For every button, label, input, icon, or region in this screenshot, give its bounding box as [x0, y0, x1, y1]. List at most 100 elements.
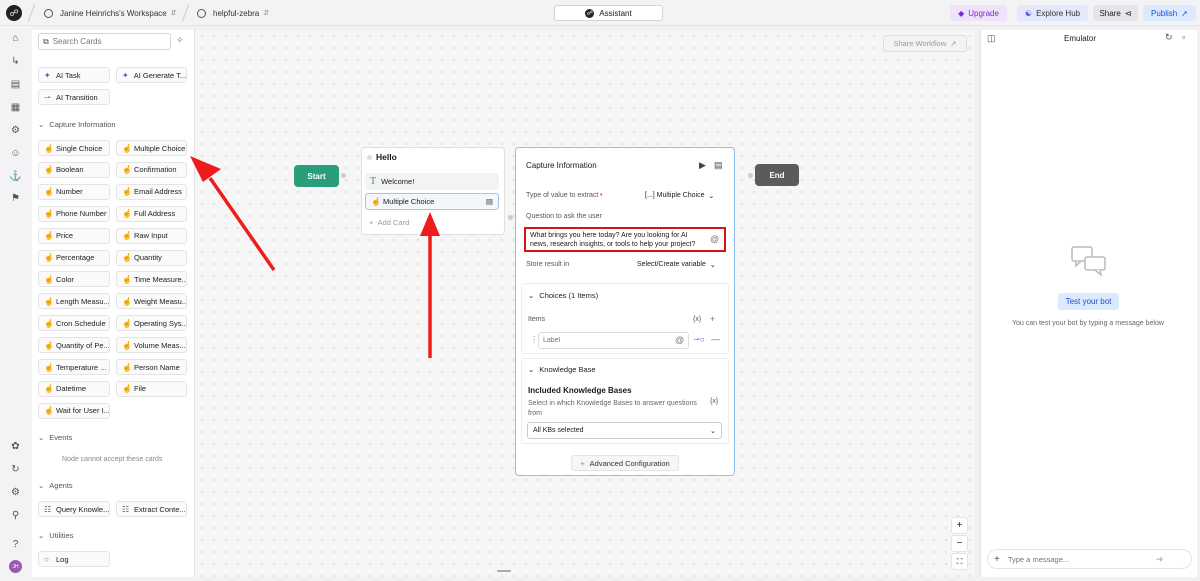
card-capture-item[interactable]: ☝ Operating Sys...: [116, 315, 187, 332]
card-capture-item[interactable]: ☝ Person Name: [116, 359, 187, 375]
variable-icon[interactable]: {x}: [710, 398, 718, 405]
card-capture-item[interactable]: ☝ Quantity of Pe...: [38, 337, 110, 354]
table-icon[interactable]: ▦: [9, 101, 22, 114]
choices-toggle[interactable]: ⌄ Choices (1 Items): [528, 291, 598, 300]
home-icon[interactable]: ⌂: [9, 32, 22, 45]
upgrade-button[interactable]: ◆ Upgrade: [950, 5, 1007, 21]
card-capture-item[interactable]: ☝ Cron Schedule: [38, 315, 110, 332]
at-icon[interactable]: @: [675, 335, 684, 345]
card-capture-item[interactable]: ☝ File: [116, 380, 187, 397]
card-ai-transition[interactable]: ⇀ AI Transition: [38, 89, 110, 105]
node-item-text[interactable]: T Welcome!: [365, 173, 499, 190]
label-input[interactable]: [543, 337, 663, 344]
card-capture-item[interactable]: ☝ Phone Number: [38, 205, 110, 222]
card-capture-item[interactable]: ☝ Length Measu...: [38, 293, 110, 310]
add-attachment-icon[interactable]: +: [994, 554, 1000, 565]
test-bot-button[interactable]: Test your bot: [1058, 293, 1119, 310]
publish-button[interactable]: Publish ➚: [1143, 5, 1196, 21]
doc-icon[interactable]: ▤: [714, 160, 723, 171]
settings-icon[interactable]: ⚙: [9, 124, 22, 137]
node-item-multiple-choice[interactable]: ☝ Multiple Choice ▤: [365, 193, 499, 210]
add-item-icon[interactable]: +: [710, 314, 715, 324]
card-capture-item[interactable]: ☝ Volume Meas...: [116, 337, 187, 354]
share-workflow-button[interactable]: Share Workflow ↗: [883, 35, 967, 52]
anchor-icon[interactable]: ⚓: [9, 170, 22, 183]
card-capture-item[interactable]: ☝ Single Choice: [38, 140, 110, 156]
assistant-button[interactable]: ☍ Assistant: [554, 5, 663, 21]
help-icon[interactable]: ?: [9, 538, 22, 551]
section-utilities[interactable]: ⌄ Utilities: [38, 531, 73, 540]
search-box[interactable]: ⧉: [38, 33, 171, 50]
port-dot[interactable]: [508, 215, 513, 220]
explore-hub-button[interactable]: ☯ Explore Hub: [1017, 5, 1088, 21]
variable-icon[interactable]: {x}: [693, 316, 701, 323]
at-icon[interactable]: @: [710, 234, 719, 244]
card-capture-item[interactable]: ☝ Wait for User I...: [38, 402, 110, 419]
transition-icon[interactable]: ⇀○: [693, 335, 705, 344]
resize-handle[interactable]: [497, 570, 511, 572]
store-select[interactable]: Select/Create variable ⌄: [637, 261, 716, 269]
port-dot[interactable]: [341, 173, 346, 178]
section-events[interactable]: ⌄ Events: [38, 433, 72, 442]
card-ai-task[interactable]: ✦ AI Task: [38, 67, 110, 83]
workspace-breadcrumb[interactable]: Janine Heinrichs's Workspace ⇵: [44, 5, 177, 21]
search-input[interactable]: [52, 37, 153, 46]
project-breadcrumb[interactable]: helpful-zebra ⇵: [197, 5, 269, 21]
card-capture-item[interactable]: ☝ Multiple Choice: [116, 140, 187, 156]
card-capture-item[interactable]: ☝ Full Address: [116, 205, 187, 222]
avatar[interactable]: JH: [9, 560, 22, 573]
port-dot[interactable]: [748, 173, 753, 178]
drag-handle-icon[interactable]: ⋮: [530, 335, 538, 344]
advanced-config-button[interactable]: + Advanced Configuration: [571, 455, 679, 471]
sidebar-toggle-icon[interactable]: ◫: [987, 33, 996, 44]
integrations-icon[interactable]: ✿: [9, 440, 22, 453]
question-input[interactable]: What brings you here today? Are you look…: [524, 227, 726, 252]
card-log[interactable]: ○ Log: [38, 551, 110, 567]
message-box[interactable]: + ➜: [987, 549, 1192, 569]
card-capture-item[interactable]: ☝ Time Measure...: [116, 271, 187, 288]
add-card-link[interactable]: + Add Card: [369, 218, 409, 227]
card-capture-item[interactable]: ☝ Datetime: [38, 380, 110, 397]
start-node[interactable]: Start: [294, 165, 339, 187]
card-capture-item[interactable]: ☝ Quantity: [116, 249, 187, 266]
pin-icon[interactable]: ✧: [176, 35, 184, 46]
card-query-knowledge[interactable]: ☷ Query Knowle...: [38, 501, 110, 517]
bot-icon[interactable]: ☺: [9, 147, 22, 160]
book-icon[interactable]: ▤: [9, 78, 22, 91]
app-logo-icon[interactable]: ☍: [6, 5, 22, 21]
section-capture[interactable]: ⌄ Capture Information: [38, 120, 116, 129]
close-icon[interactable]: ▫: [1182, 32, 1185, 42]
choice-label-field[interactable]: [538, 332, 689, 349]
fit-view-icon[interactable]: ⛶: [951, 553, 968, 570]
end-node[interactable]: End: [755, 164, 799, 186]
card-capture-item[interactable]: ☝ Confirmation: [116, 161, 187, 178]
section-agents[interactable]: ⌄ Agents: [38, 481, 73, 490]
remove-item-icon[interactable]: —: [711, 334, 720, 344]
card-capture-item[interactable]: ☝ Boolean: [38, 161, 110, 178]
share-button[interactable]: Share ⊲: [1093, 5, 1138, 21]
bookmark-icon[interactable]: ⚑: [9, 192, 22, 205]
zoom-out-button[interactable]: −: [951, 535, 968, 552]
card-extract-content[interactable]: ☷ Extract Conte...: [116, 501, 187, 517]
card-capture-item[interactable]: ☝ Price: [38, 227, 110, 244]
kb-toggle[interactable]: ⌄ Knowledge Base: [528, 365, 596, 374]
workflow-icon[interactable]: ↳: [9, 55, 22, 68]
gear-icon[interactable]: ⚙: [9, 486, 22, 499]
book-icon[interactable]: ▤: [486, 197, 493, 206]
card-capture-item[interactable]: ☝ Weight Measu...: [116, 293, 187, 310]
search-icon[interactable]: ⚲: [9, 509, 22, 522]
reset-icon[interactable]: ↻: [1165, 32, 1173, 43]
history-icon[interactable]: ↻: [9, 463, 22, 476]
card-ai-generate[interactable]: ✦ AI Generate T...: [116, 67, 187, 83]
kb-select[interactable]: All KBs selected ⌄: [527, 422, 722, 439]
card-capture-item[interactable]: ☝ Percentage: [38, 249, 110, 266]
type-select[interactable]: [...] Multiple Choice ⌄: [645, 192, 714, 200]
card-capture-item[interactable]: ☝ Email Address: [116, 183, 187, 200]
card-capture-item[interactable]: ☝ Color: [38, 271, 110, 288]
message-input[interactable]: [1007, 554, 1148, 564]
card-capture-item[interactable]: ☝ Raw Input: [116, 227, 187, 244]
video-icon[interactable]: ▶: [699, 160, 706, 171]
card-capture-item[interactable]: ☝ Temperature ...: [38, 359, 110, 375]
send-icon[interactable]: ➜: [1156, 554, 1164, 565]
zoom-in-button[interactable]: +: [951, 517, 968, 534]
